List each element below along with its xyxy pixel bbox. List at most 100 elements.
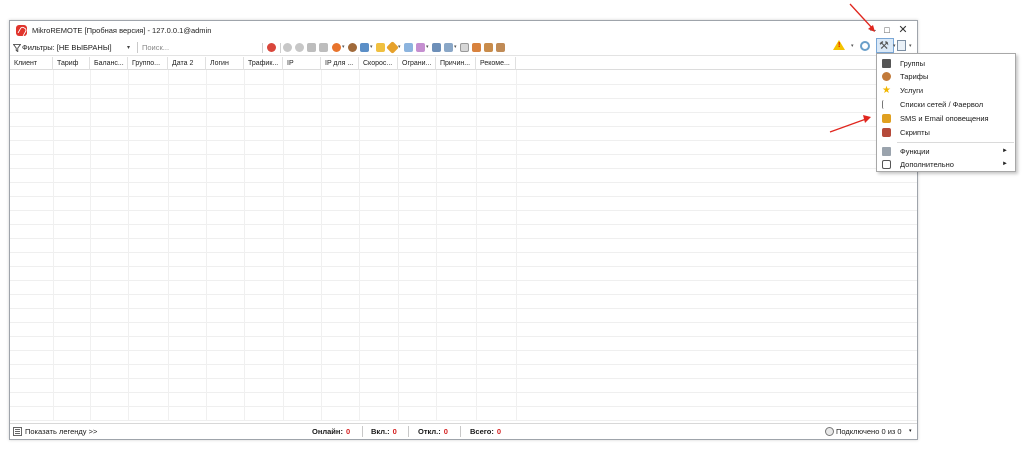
column-header-traffic[interactable]: Трафик... [244,57,283,70]
filter-label[interactable]: Фильтры: [НЕ ВЫБРАНЫ] [22,43,112,52]
table-column-line [516,70,517,420]
table-row-line [10,182,917,183]
mail-icon[interactable] [404,43,413,52]
legend-icon[interactable] [13,427,22,436]
chevron-down-icon[interactable]: ▾ [909,43,912,49]
table-row-line [10,98,917,99]
table-row-line [10,210,917,211]
edit-icon[interactable] [416,43,425,52]
menu-item-label: Группы [900,59,925,68]
table-row-line [10,168,917,169]
column-header-date2[interactable]: Дата 2 [168,57,206,70]
column-header-balance[interactable]: Баланс... [90,57,128,70]
table-row-line [10,266,917,267]
online-count: Онлайн: 0 [312,427,350,436]
building-icon[interactable] [496,43,505,52]
chevron-down-icon[interactable]: ▾ [909,428,912,434]
app-logo-icon [16,25,27,36]
report-document-icon[interactable] [897,40,906,51]
menu-item-sms-email[interactable]: SMS и Email оповещения [877,112,1015,125]
column-header-client[interactable]: Клиент [10,57,53,70]
document-icon[interactable] [460,43,469,52]
menu-item-network-lists[interactable]: Списки сетей / Фаервол [877,98,1015,111]
column-header-speed[interactable]: Скорос... [359,57,398,70]
home-icon[interactable] [472,43,481,52]
search-input[interactable]: Поиск... [137,42,257,53]
table-row-line [10,350,917,351]
show-legend-button[interactable]: Показать легенду >> [25,427,97,436]
menu-separator [897,142,1014,143]
settings-gear-icon[interactable] [860,41,870,51]
table-row-line [10,196,917,197]
chevron-down-icon[interactable]: ▾ [893,43,896,49]
disabled-label: Откл.: [418,427,441,436]
services-star-icon: ★ [882,85,891,96]
table-column-line [321,70,322,420]
refresh-icon[interactable] [267,43,276,52]
chevron-down-icon[interactable]: ▾ [370,44,373,50]
filter-icon[interactable] [13,44,21,52]
grid-icon[interactable] [444,43,453,52]
additional-icon [882,160,891,169]
online-value: 0 [345,427,351,436]
globe-icon[interactable] [348,43,357,52]
column-header-tariff[interactable]: Тариф [53,57,90,70]
filter-dropdown-icon[interactable]: ▾ [127,44,130,51]
table-column-line [128,70,129,420]
chevron-down-icon[interactable]: ▾ [342,44,345,50]
total-value: 0 [496,427,502,436]
total-label: Всего: [470,427,494,436]
tools-dropdown-menu: Группы Тарифы ★ Услуги Списки сетей / Фа… [876,53,1016,172]
fire-icon[interactable] [332,43,341,52]
menu-item-label: Функции [900,147,930,156]
table-column-line [168,70,169,420]
table-row-line [10,154,917,155]
annotation-arrow-icon [849,3,875,32]
table-row-line [10,420,917,421]
chart-icon[interactable] [432,43,441,52]
disabled-action-icon[interactable] [307,43,316,52]
chevron-down-icon[interactable]: ▾ [851,43,854,49]
toolbar-separator [280,43,281,53]
tools-menu-button[interactable]: ⚒ [876,38,894,53]
table-row-line [10,140,917,141]
menu-item-additional[interactable]: Дополнительно ► [877,158,1015,171]
menu-item-functions[interactable]: Функции ► [877,145,1015,158]
menu-item-groups[interactable]: Группы [877,57,1015,70]
chevron-down-icon[interactable]: ▾ [454,44,457,50]
app-window: MikroREMOTE [Пробная версия] - 127.0.0.1… [9,20,918,440]
disabled-action-icon[interactable] [283,43,292,52]
table-row-line [10,294,917,295]
tag-icon[interactable] [386,41,399,54]
annotation-arrow-icon [829,115,871,133]
column-header-ip-for[interactable]: IP для ... [321,57,359,70]
scripts-icon [882,128,891,137]
connection-icon [825,427,834,436]
chevron-down-icon[interactable]: ▾ [426,44,429,50]
table-row-line [10,112,917,113]
column-header-recommend[interactable]: Рекоме... [476,57,516,70]
table-row-line [10,252,917,253]
disabled-action-icon[interactable] [295,43,304,52]
chevron-down-icon[interactable]: ▾ [398,44,401,50]
briefcase-icon[interactable] [484,43,493,52]
enabled-count: Вкл.: 0 [371,427,397,436]
envelope-icon[interactable] [376,43,385,52]
menu-item-services[interactable]: ★ Услуги [877,84,1015,97]
connection-status[interactable]: Подключено 0 из 0 [836,427,902,436]
column-header-ip[interactable]: IP [283,57,321,70]
status-separator [408,426,409,437]
disabled-action-icon[interactable] [319,43,328,52]
menu-item-label: Списки сетей / Фаервол [900,100,984,109]
column-header-reason[interactable]: Причин... [436,57,476,70]
column-header-group[interactable]: Группо... [128,57,168,70]
column-header-limit[interactable]: Ограни... [398,57,436,70]
status-bar: Показать легенду >> Онлайн: 0 Вкл.: 0 Откл… [10,423,917,439]
table-row-line [10,378,917,379]
window-title: MikroREMOTE [Пробная версия] - 127.0.0.1… [32,26,212,35]
menu-item-scripts[interactable]: Скрипты [877,126,1015,139]
table-row-line [10,126,917,127]
menu-item-tariffs[interactable]: Тарифы [877,70,1015,83]
column-header-login[interactable]: Логин [206,57,244,70]
monitor-icon[interactable] [360,43,369,52]
